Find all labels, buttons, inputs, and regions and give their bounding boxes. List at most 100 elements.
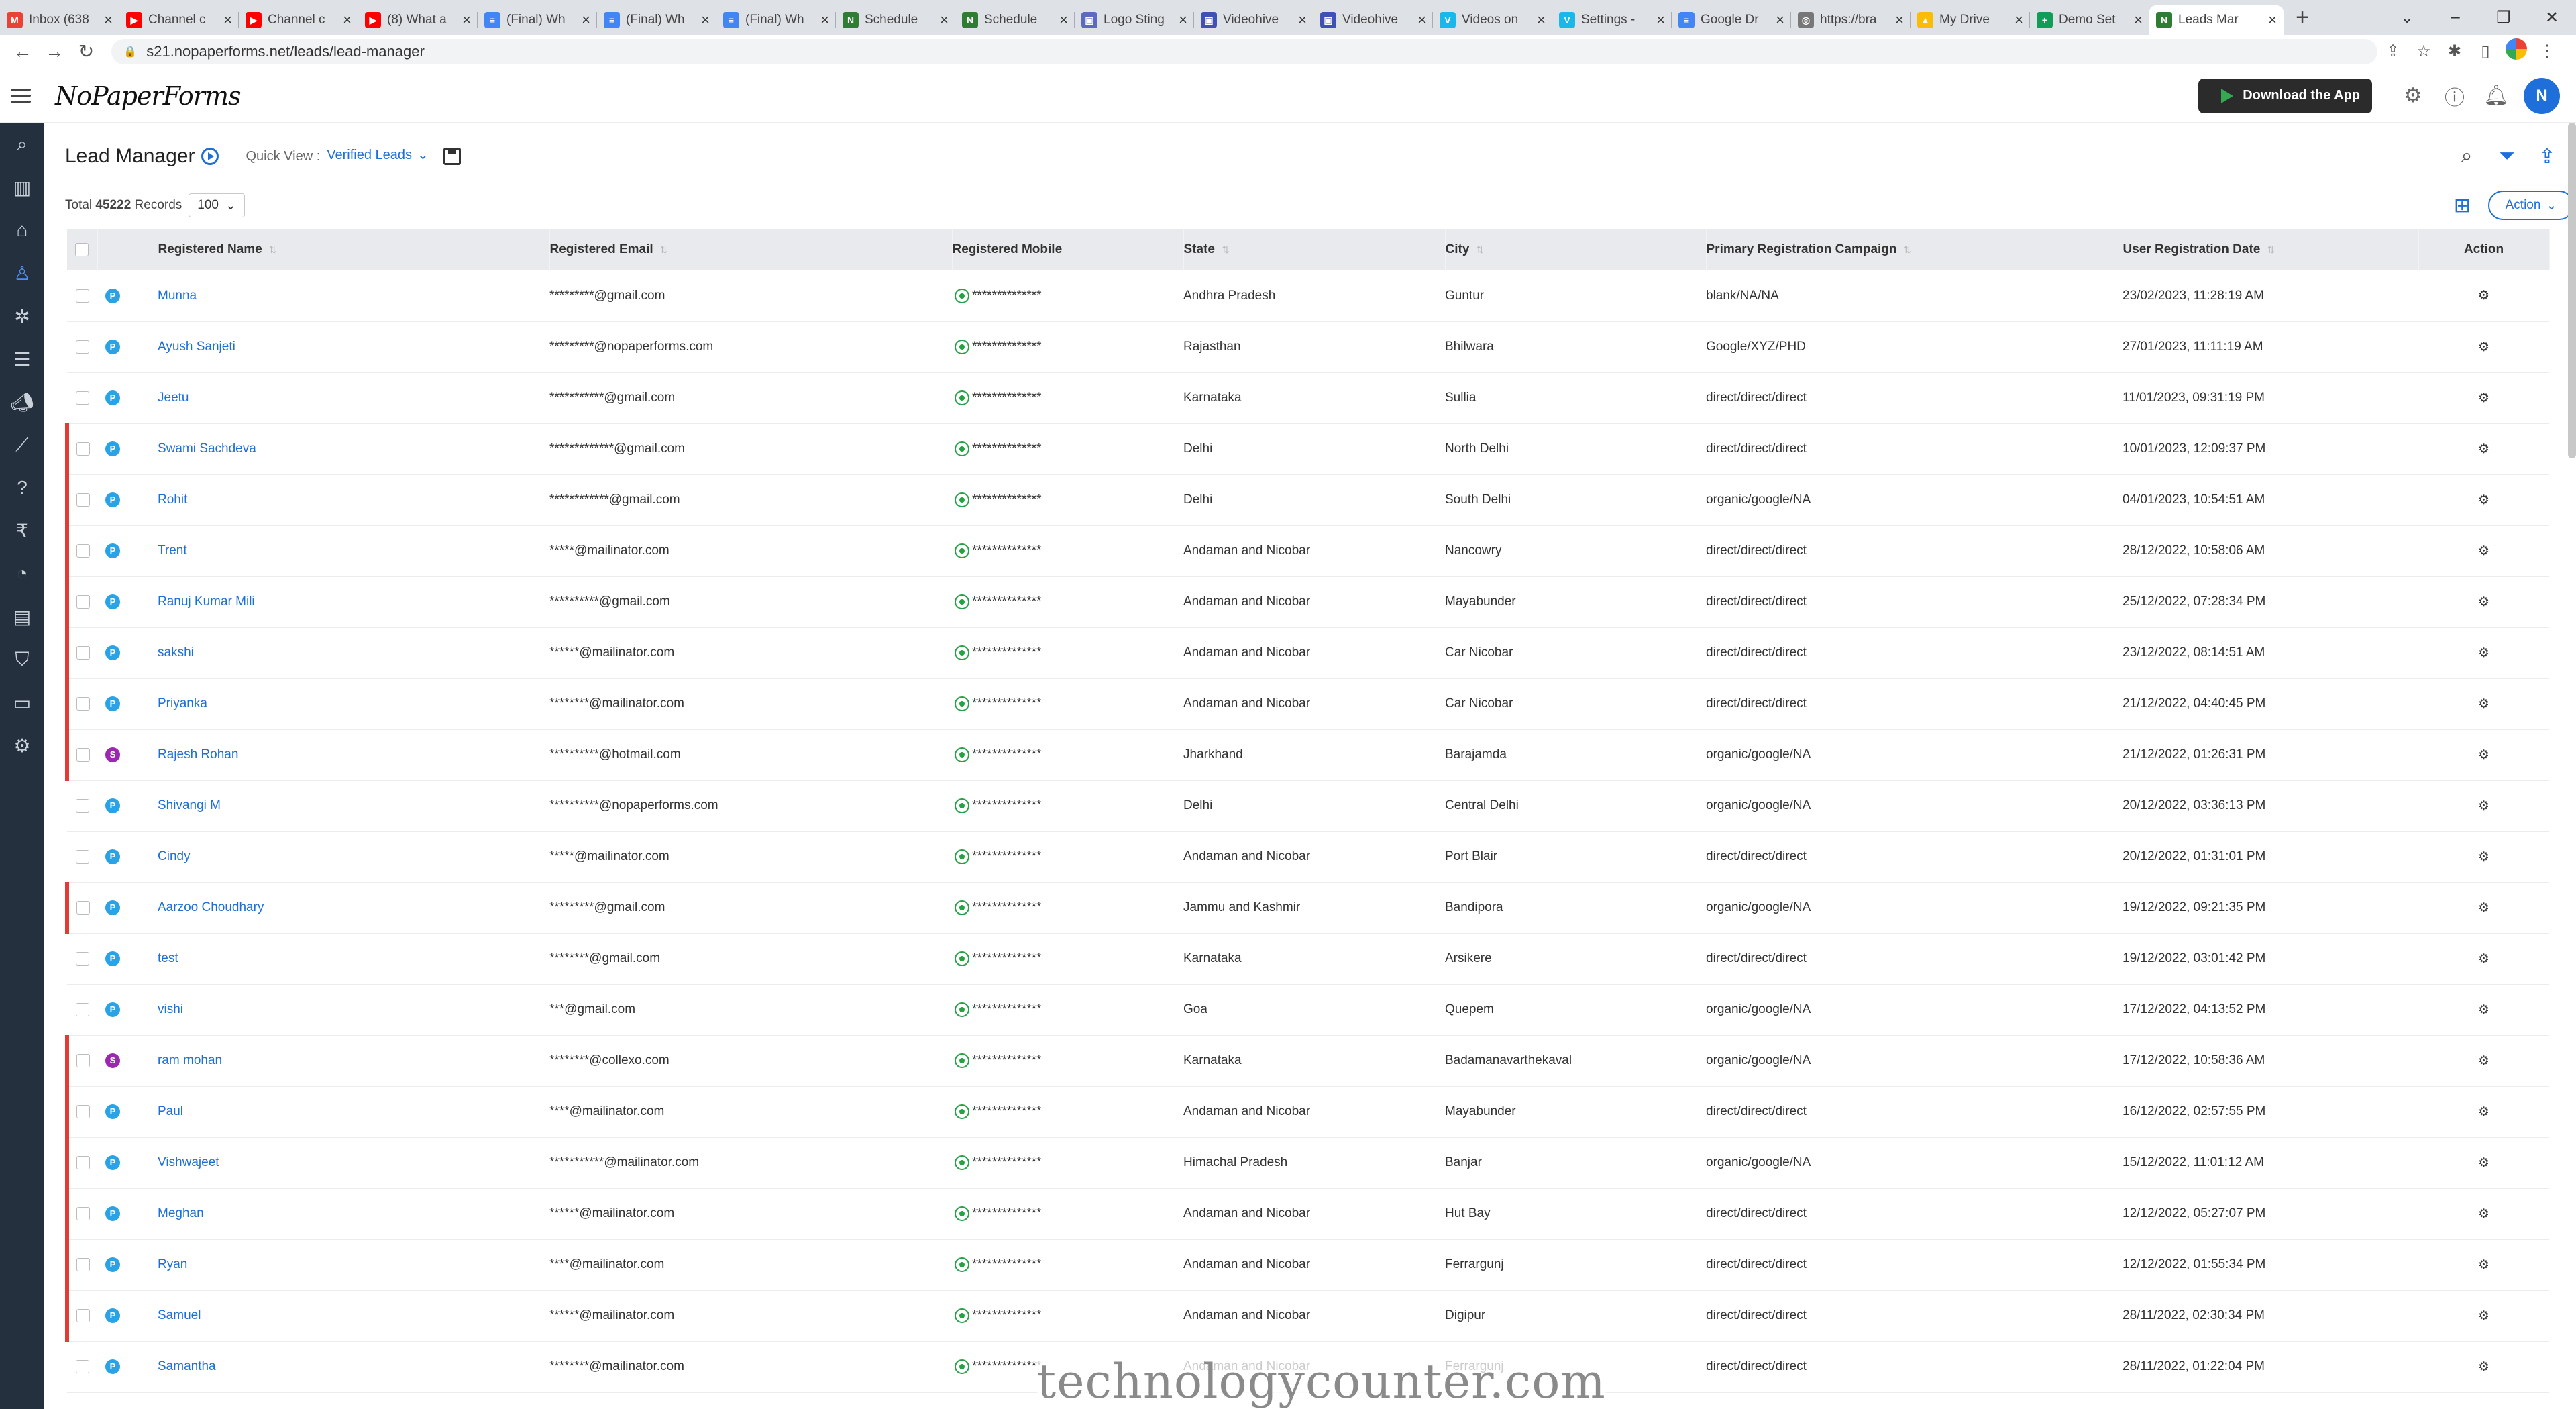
column-header-city[interactable]: City ⇅	[1445, 229, 1707, 270]
whatsapp-icon[interactable]	[955, 1308, 969, 1323]
registered-name-cell[interactable]: Rohit	[158, 474, 549, 526]
row-checkbox[interactable]	[65, 1188, 97, 1240]
sidebar-integrations-icon[interactable]: ◔	[0, 552, 44, 595]
table-row[interactable]: Sram mohan ********@collexo.com **********…	[65, 1035, 2549, 1087]
app-logo[interactable]: NoPaperForms	[55, 81, 241, 111]
sidepanel-icon[interactable]: ▯	[2470, 42, 2501, 61]
whatsapp-icon[interactable]	[955, 1257, 969, 1272]
row-action-gear-icon[interactable]: ⚙	[2418, 831, 2549, 883]
registered-name-cell[interactable]: Ryan	[158, 1239, 549, 1291]
minimize-icon[interactable]: –	[2431, 8, 2479, 27]
whatsapp-icon[interactable]	[955, 441, 969, 456]
video-info-icon[interactable]	[201, 148, 219, 165]
browser-tab[interactable]: N Schedule ×	[955, 5, 1075, 35]
browser-tab[interactable]: N Leads Mar ×	[2149, 5, 2284, 35]
sidebar-settings-icon[interactable]: ⚙	[0, 724, 44, 767]
table-row[interactable]: P Jeetu ***********@gmail.com *************…	[67, 372, 2549, 424]
row-checkbox[interactable]	[67, 1341, 97, 1393]
tab-close-icon[interactable]: ×	[1776, 11, 1784, 29]
forward-icon[interactable]: →	[38, 41, 70, 62]
sidebar-media-icon[interactable]: ▤	[0, 595, 44, 638]
row-action-gear-icon[interactable]: ⚙	[2418, 1188, 2549, 1240]
registered-name-cell[interactable]: Samuel	[158, 1290, 549, 1342]
column-header-email[interactable]: Registered Email ⇅	[549, 229, 953, 270]
table-row[interactable]: Psakshi ******@mailinator.com ************…	[65, 627, 2549, 679]
table-row[interactable]: P Munna *********@gmail.com ************** A…	[67, 270, 2549, 322]
tab-close-icon[interactable]: ×	[820, 11, 829, 29]
tab-close-icon[interactable]: ×	[104, 11, 113, 29]
user-avatar[interactable]: N	[2524, 77, 2560, 114]
row-action-gear-icon[interactable]: ⚙	[2418, 321, 2549, 373]
tab-close-icon[interactable]: ×	[1298, 11, 1307, 29]
row-checkbox[interactable]	[65, 423, 97, 475]
browser-tab[interactable]: ◎ https://bra ×	[1791, 5, 1911, 35]
table-row[interactable]: S Rajesh Rohan **********@hotmail.com *****…	[65, 729, 2549, 781]
sidebar-security-icon[interactable]: ⛉	[0, 638, 44, 681]
table-row[interactable]: Pvishi ***@gmail.com ************** Goa Quep…	[67, 984, 2549, 1036]
whatsapp-icon[interactable]	[955, 492, 969, 507]
browser-tab[interactable]: ≡ (Final) Wh ×	[597, 5, 716, 35]
browser-tab[interactable]: ▲ My Drive ×	[1911, 5, 2030, 35]
maximize-icon[interactable]: ❐	[2479, 8, 2528, 28]
hamburger-menu-icon[interactable]	[11, 85, 31, 107]
registered-name-cell[interactable]: ram mohan	[158, 1035, 549, 1087]
whatsapp-icon[interactable]	[955, 951, 969, 966]
registered-name-cell[interactable]: Ayush Sanjeti	[158, 321, 549, 373]
whatsapp-icon[interactable]	[955, 645, 969, 660]
row-action-gear-icon[interactable]: ⚙	[2418, 525, 2549, 577]
whatsapp-icon[interactable]	[955, 1053, 969, 1068]
select-all-checkbox[interactable]	[67, 229, 98, 270]
row-checkbox[interactable]	[65, 1290, 97, 1342]
row-action-gear-icon[interactable]: ⚙	[2418, 1239, 2549, 1291]
table-row[interactable]: P Ayush Sanjeti *********@nopaperforms.com…	[67, 321, 2549, 373]
lead-name-link[interactable]: Jeetu	[158, 390, 189, 405]
row-action-gear-icon[interactable]: ⚙	[2418, 270, 2549, 322]
page-size-select[interactable]: 100 ⌄	[189, 193, 245, 217]
tab-close-icon[interactable]: ×	[1895, 11, 1904, 29]
browser-tab[interactable]: ▶ Channel c ×	[239, 5, 358, 35]
url-field[interactable]: 🔒 s21.nopaperforms.net/leads/lead-manage…	[111, 38, 2377, 64]
whatsapp-icon[interactable]	[955, 1359, 969, 1374]
lead-name-link[interactable]: Rohit	[158, 492, 187, 507]
tab-close-icon[interactable]: ×	[1537, 11, 1546, 29]
browser-tab[interactable]: ≡ Google Dr ×	[1672, 5, 1791, 35]
sidebar-query-icon[interactable]: ?	[0, 466, 44, 509]
lead-name-link[interactable]: sakshi	[158, 645, 194, 660]
lead-name-link[interactable]: Ryan	[158, 1257, 187, 1271]
sidebar-analytics-icon[interactable]: ▥	[0, 166, 44, 209]
browser-tab[interactable]: + Demo Set ×	[2030, 5, 2149, 35]
browser-tab[interactable]: ▶ Channel c ×	[119, 5, 239, 35]
notification-bell-icon[interactable]: 🔔︎	[2475, 84, 2517, 107]
lead-name-link[interactable]: Trent	[158, 543, 187, 558]
registered-name-cell[interactable]: Priyanka	[158, 678, 549, 730]
table-row[interactable]: P Ranuj Kumar Mili **********@gmail.com ***…	[65, 576, 2549, 628]
save-view-icon[interactable]	[443, 148, 461, 165]
row-action-gear-icon[interactable]: ⚙	[2418, 576, 2549, 628]
whatsapp-icon[interactable]	[955, 849, 969, 864]
new-tab-button[interactable]: +	[2288, 3, 2317, 32]
lead-name-link[interactable]: Cindy	[158, 849, 191, 864]
row-checkbox[interactable]	[67, 780, 97, 832]
column-settings-icon[interactable]: ⊞	[2454, 194, 2471, 217]
share-icon[interactable]: ⇪	[2377, 42, 2408, 61]
row-action-gear-icon[interactable]: ⚙	[2418, 678, 2549, 730]
browser-menu-icon[interactable]: ⋮	[2532, 42, 2563, 61]
column-header-date[interactable]: User Registration Date ⇅	[2123, 229, 2419, 270]
row-checkbox[interactable]	[67, 372, 97, 424]
browser-tab[interactable]: ▶ (8) What a ×	[358, 5, 478, 35]
table-row[interactable]: P Cindy *****@mailinator.com **************…	[67, 831, 2549, 883]
lead-name-link[interactable]: Shivangi M	[158, 798, 221, 813]
sidebar-leads-icon[interactable]: ♙	[0, 252, 44, 295]
quick-view-dropdown[interactable]: Verified Leads ⌄	[327, 146, 429, 166]
row-action-gear-icon[interactable]: ⚙	[2418, 933, 2549, 985]
whatsapp-icon[interactable]	[955, 594, 969, 609]
table-row[interactable]: Ptest ********@gmail.com ************** Kar…	[67, 933, 2549, 985]
row-checkbox[interactable]	[65, 882, 97, 934]
tab-close-icon[interactable]: ×	[223, 11, 232, 29]
lead-name-link[interactable]: Samuel	[158, 1308, 201, 1322]
row-action-gear-icon[interactable]: ⚙	[2418, 1290, 2549, 1342]
export-icon[interactable]: ⇪	[2527, 145, 2567, 168]
back-icon[interactable]: ←	[7, 41, 38, 62]
whatsapp-icon[interactable]	[955, 288, 969, 303]
browser-tab[interactable]: N Schedule ×	[836, 5, 955, 35]
